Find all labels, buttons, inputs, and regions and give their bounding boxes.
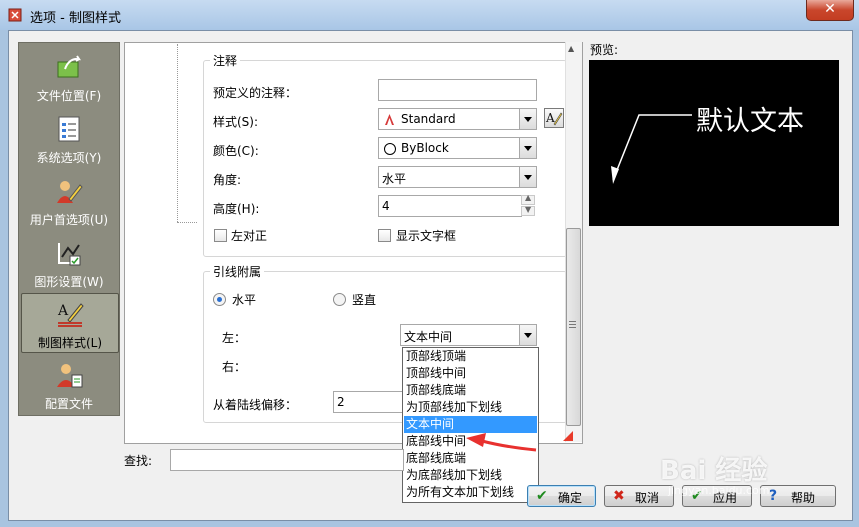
scroll-up-icon[interactable]: ▲ (568, 44, 574, 53)
text-style-edit-icon: A (545, 111, 563, 126)
svg-text:A: A (57, 303, 69, 319)
leader-group-title: 引线附属 (210, 263, 265, 280)
nav-label: 文件位置(F) (36, 89, 102, 103)
style-label: 样式(S): (213, 115, 259, 129)
close-button[interactable]: ✕ (806, 0, 854, 21)
vertical-radio[interactable] (333, 293, 346, 306)
folder-arrow-icon (57, 55, 82, 78)
nav-label: 配置文件 (44, 397, 93, 411)
angle-label: 角度: (213, 173, 242, 187)
title-bar (0, 0, 859, 30)
ok-button[interactable]: ✔ 确定 (527, 485, 596, 507)
angle-combo[interactable]: 水平 (378, 166, 537, 188)
annotation-arrow-icon (466, 433, 537, 452)
checklist-icon (58, 116, 80, 142)
preview-text: 默认文本 (696, 106, 804, 137)
height-value: 4 (382, 199, 390, 213)
style-combo[interactable]: Standard (378, 108, 537, 130)
predefined-annotation-label: 预定义的注释： (213, 86, 298, 100)
preview-label: 预览: (590, 43, 619, 57)
chevron-down-icon[interactable] (519, 325, 536, 345)
right-label: 右： (222, 360, 247, 374)
nav-item-file-location[interactable]: 文件位置(F) (21, 47, 117, 105)
style-editor-button[interactable]: A (544, 108, 564, 128)
dropdown-option[interactable]: 顶部线底端 (404, 382, 537, 399)
nav-item-system-options[interactable]: 系统选项(Y) (21, 109, 117, 167)
dropdown-option[interactable]: 顶部线中间 (404, 365, 537, 382)
show-text-frame-checkbox[interactable] (378, 229, 391, 242)
help-button[interactable]: ? 帮助 (760, 485, 836, 507)
nav-label: 系统选项(Y) (36, 151, 102, 165)
height-field[interactable]: 4 (378, 195, 522, 217)
nav-item-drafting-style[interactable]: A 制图样式(L) (21, 293, 119, 353)
chevron-down-icon[interactable] (519, 138, 536, 158)
watermark: Bai 经验 (660, 456, 768, 486)
find-input[interactable] (170, 449, 404, 471)
align-left-checkbox[interactable] (214, 229, 227, 242)
help-label: 帮助 (791, 491, 816, 505)
spin-down-icon[interactable]: ▼ (521, 205, 535, 216)
nav-label: 制图样式(L) (37, 336, 103, 350)
cancel-label: 取消 (635, 491, 660, 505)
user-pencil-icon (57, 181, 83, 203)
dropdown-option[interactable]: 顶部线顶端 (404, 348, 537, 365)
height-spinner[interactable]: ▲ ▼ (521, 193, 535, 217)
show-text-frame-label: 显示文字框 (396, 229, 457, 243)
tree-guide-line (177, 222, 197, 223)
check-icon: ✔ (536, 488, 548, 504)
align-left-label: 左对正 (231, 229, 268, 243)
app-icon (8, 8, 22, 22)
options-sidebar: 文件位置(F) 系统选项(Y) 用户首选项(U) 图形设置(W) A 制图样式(… (18, 42, 120, 416)
leader-preview-icon (611, 114, 692, 184)
drafting-style-icon: A (57, 303, 84, 327)
watermark-sub: jingyan.baidu.com (668, 484, 770, 497)
chevron-down-icon[interactable] (519, 109, 536, 129)
left-attachment-value: 文本中间 (404, 330, 453, 344)
left-label: 左： (222, 331, 247, 345)
color-swatch-icon (384, 143, 396, 155)
color-combo[interactable]: ByBlock (378, 137, 537, 159)
predefined-annotation-field[interactable] (378, 79, 537, 101)
horizontal-label: 水平 (232, 293, 257, 307)
ok-label: 确定 (558, 491, 583, 505)
landing-offset-field[interactable]: 2 (333, 391, 403, 413)
angle-value: 水平 (382, 172, 407, 186)
nav-item-graphics-settings[interactable]: 图形设置(W) (21, 233, 117, 291)
cross-icon: ✖ (613, 488, 625, 504)
scrollbar-grip (569, 321, 576, 328)
left-attachment-combo[interactable]: 文本中间 (400, 324, 537, 346)
window-title: 选项 - 制图样式 (30, 11, 121, 26)
horizontal-radio[interactable] (213, 293, 226, 306)
svg-text:A: A (545, 111, 555, 125)
nav-label: 图形设置(W) (34, 275, 104, 289)
nav-item-user-preferences[interactable]: 用户首选项(U) (21, 171, 117, 229)
find-label: 查找: (124, 454, 153, 468)
dropdown-option[interactable]: 为顶部线加下划线 (404, 399, 537, 416)
dropdown-option[interactable]: 为底部线加下划线 (404, 467, 537, 484)
nav-item-profile[interactable]: 配置文件 (21, 355, 117, 413)
style-value: Standard (401, 112, 456, 126)
resize-corner-icon (563, 431, 573, 441)
tree-guide-line (177, 44, 178, 222)
chevron-down-icon[interactable] (519, 167, 536, 187)
spin-up-icon[interactable]: ▲ (521, 193, 535, 205)
height-label: 高度(H): (213, 202, 260, 216)
landing-offset-value: 2 (337, 395, 345, 409)
landing-offset-label: 从着陆线偏移： (213, 398, 298, 412)
nav-label: 用户首选项(U) (29, 213, 109, 227)
help-icon: ? (769, 488, 778, 504)
color-value: ByBlock (401, 141, 449, 155)
text-style-icon (385, 114, 394, 125)
cancel-button[interactable]: ✖ 取消 (604, 485, 674, 507)
user-profile-icon (57, 364, 83, 388)
vertical-label: 竖直 (352, 293, 377, 307)
graph-settings-icon (58, 243, 81, 266)
dropdown-option[interactable]: 为所有文本加下划线 (404, 484, 537, 501)
color-label: 颜色(C): (213, 144, 259, 158)
annotation-group-title: 注释 (210, 52, 241, 69)
